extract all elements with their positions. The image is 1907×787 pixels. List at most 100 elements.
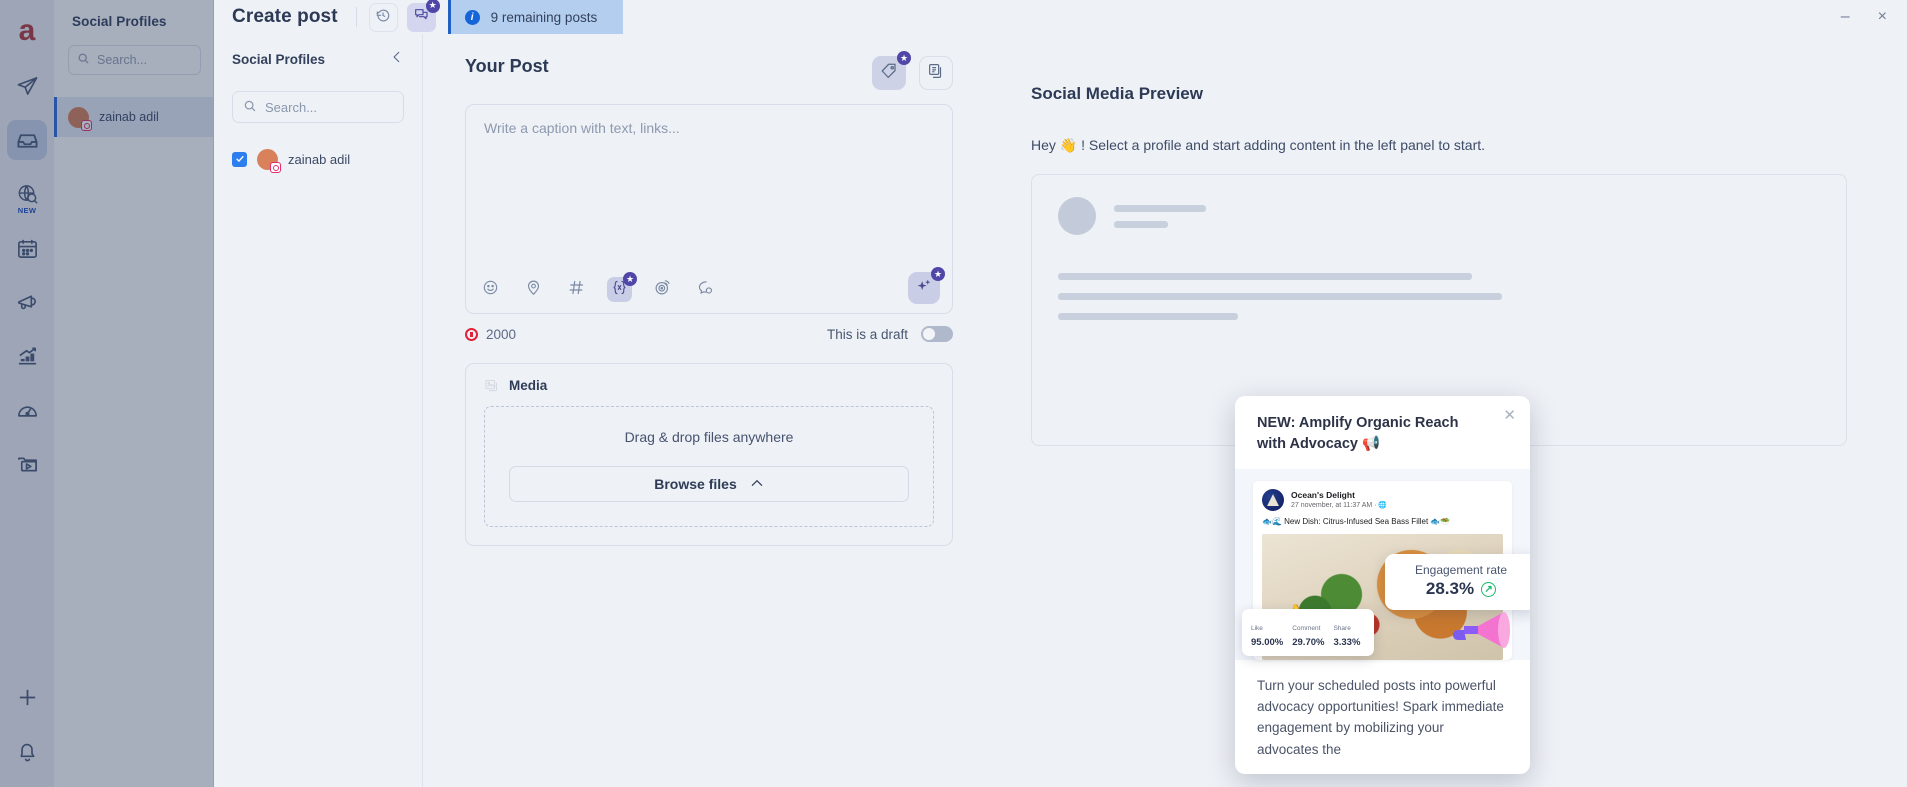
- collapse-panel-button[interactable]: [390, 50, 404, 69]
- first-comment-button[interactable]: [693, 277, 718, 302]
- stat-label: Like: [1251, 624, 1263, 632]
- engagement-stats-pill: Like 95.00% Comment 29.70% Share 3.33%: [1242, 608, 1374, 656]
- skeleton-header: [1058, 197, 1820, 235]
- window-controls: – ×: [1841, 0, 1907, 34]
- star-badge-icon: ★: [931, 267, 945, 281]
- app-root: a NEW Social Profiles Search... zainab a…: [0, 0, 1907, 787]
- profiles-header: Social Profiles: [232, 50, 404, 69]
- page-avatar: [1262, 489, 1284, 512]
- announcement-popup: NEW: Amplify Organic Reach with Advocacy…: [1235, 396, 1530, 774]
- post-composer-panel: Your Post ★ Write a caption with text, l…: [423, 34, 983, 787]
- character-limit-icon: [465, 327, 478, 341]
- target-icon: [654, 279, 671, 301]
- editor-meta-row: 2000 This is a draft: [465, 326, 953, 342]
- draft-toggle[interactable]: [921, 326, 953, 342]
- star-badge-icon: ★: [623, 272, 637, 286]
- announcement-body: Turn your scheduled posts into powerful …: [1257, 677, 1504, 757]
- preview-title: Social Media Preview: [1031, 84, 1203, 103]
- character-count-value: 2000: [486, 326, 517, 342]
- star-badge-icon: ★: [425, 0, 440, 13]
- sparkles-icon: [915, 277, 933, 300]
- chevron-left-icon: [390, 50, 404, 69]
- facebook-post-header: Ocean's Delight 27 november, at 11:37 AM…: [1262, 489, 1503, 512]
- post-caption: 🐟🌊 New Dish: Citrus-Infused Sea Bass Fil…: [1262, 517, 1451, 527]
- comments-button[interactable]: ★: [406, 0, 440, 32]
- skeleton-avatar: [1058, 197, 1096, 235]
- stat-like: Like 95.00%: [1251, 617, 1283, 648]
- minimize-button[interactable]: –: [1841, 9, 1850, 25]
- post-header: Your Post ★: [465, 51, 953, 90]
- browse-files-button[interactable]: Browse files: [509, 466, 909, 502]
- browse-files-label: Browse files: [654, 476, 737, 492]
- profiles-title: Social Profiles: [232, 52, 326, 67]
- your-post-title: Your Post: [465, 56, 549, 76]
- undo-history-button[interactable]: [368, 2, 398, 32]
- announcement-media: Ocean's Delight 27 november, at 11:37 AM…: [1235, 469, 1530, 660]
- instagram-badge-icon: [270, 162, 281, 173]
- location-button[interactable]: [521, 277, 546, 302]
- history-icon: [375, 7, 391, 28]
- close-button[interactable]: ×: [1878, 9, 1887, 25]
- remaining-posts-text: 9 remaining posts: [490, 9, 598, 25]
- engagement-rate-value: 28.3%: [1425, 579, 1475, 599]
- emoji-icon: [482, 279, 499, 301]
- stat-share: Share 3.33%: [1333, 617, 1360, 648]
- remaining-posts-banner: i 9 remaining posts: [447, 0, 624, 34]
- engagement-rate-value-row: 28.3% ↗: [1395, 579, 1527, 599]
- profiles-search-placeholder: Search...: [265, 99, 318, 115]
- chat-bubble-icon: [697, 279, 714, 301]
- emoji-button[interactable]: [478, 277, 503, 302]
- tag-icon: [880, 62, 898, 85]
- preview-hint: Hey 👋 ! Select a profile and start addin…: [1031, 137, 1486, 153]
- create-post-modal: Create post ★ i 9 remaining posts – × So…: [214, 0, 1907, 787]
- media-dropzone[interactable]: Drag & drop files anywhere Browse files: [484, 406, 934, 527]
- location-pin-icon: [525, 279, 542, 301]
- close-icon[interactable]: ✕: [1503, 408, 1516, 423]
- skeleton-line: [1058, 293, 1502, 300]
- info-icon: i: [464, 9, 480, 25]
- megaphone-icon: [1453, 611, 1510, 648]
- media-header: Media: [484, 378, 934, 393]
- skeleton-line: [1114, 220, 1168, 228]
- media-title: Media: [509, 378, 548, 393]
- stat-comment: Comment 29.70%: [1292, 617, 1324, 648]
- dropzone-text: Drag & drop files anywhere: [624, 429, 794, 445]
- modal-body: Social Profiles Search... zainab adil Yo…: [214, 34, 1907, 787]
- media-section: Media Drag & drop files anywhere Browse …: [465, 363, 953, 546]
- skeleton-line: [1058, 313, 1238, 320]
- page-title: Create post: [232, 6, 338, 27]
- profile-checkbox[interactable]: [232, 152, 247, 167]
- skeleton-line: [1058, 273, 1472, 280]
- post-header-actions: ★: [872, 51, 953, 90]
- stat-label: Share: [1333, 624, 1351, 632]
- announcement-header: NEW: Amplify Organic Reach with Advocacy…: [1235, 396, 1530, 469]
- editor-toolbar: ★: [478, 272, 718, 302]
- social-profiles-panel: Social Profiles Search... zainab adil: [214, 34, 423, 787]
- profile-list-item[interactable]: zainab adil: [232, 149, 404, 173]
- header-actions: ★: [357, 0, 448, 34]
- duplicate-button[interactable]: [919, 56, 953, 90]
- hashtag-icon: [568, 279, 585, 301]
- hashtag-button[interactable]: [564, 277, 589, 302]
- caption-placeholder: Write a caption with text, links...: [484, 120, 680, 136]
- engagement-rate-pill: Engagement rate 28.3% ↗: [1385, 554, 1530, 611]
- variable-button[interactable]: ★: [607, 272, 637, 302]
- stat-value: 29.70%: [1292, 636, 1325, 648]
- skeleton-name-lines: [1114, 204, 1206, 228]
- avatar: [257, 149, 281, 173]
- draft-label: This is a draft: [826, 326, 908, 342]
- image-icon: [484, 378, 499, 393]
- search-icon: [243, 99, 257, 116]
- ai-assist-button[interactable]: ★: [908, 267, 945, 304]
- engagement-rate-label: Engagement rate: [1414, 563, 1508, 578]
- goal-button[interactable]: [650, 277, 675, 302]
- profiles-search-input[interactable]: Search...: [232, 91, 404, 123]
- skeleton-body: [1058, 273, 1820, 320]
- tag-button[interactable]: ★: [872, 51, 911, 90]
- star-badge-icon: ★: [897, 51, 911, 65]
- caption-editor[interactable]: Write a caption with text, links... ★ ★: [465, 104, 953, 314]
- character-counter: 2000: [465, 327, 516, 342]
- copy-icon: [927, 62, 945, 85]
- profile-name: zainab adil: [288, 152, 351, 167]
- modal-header: Create post ★ i 9 remaining posts – ×: [214, 0, 1907, 34]
